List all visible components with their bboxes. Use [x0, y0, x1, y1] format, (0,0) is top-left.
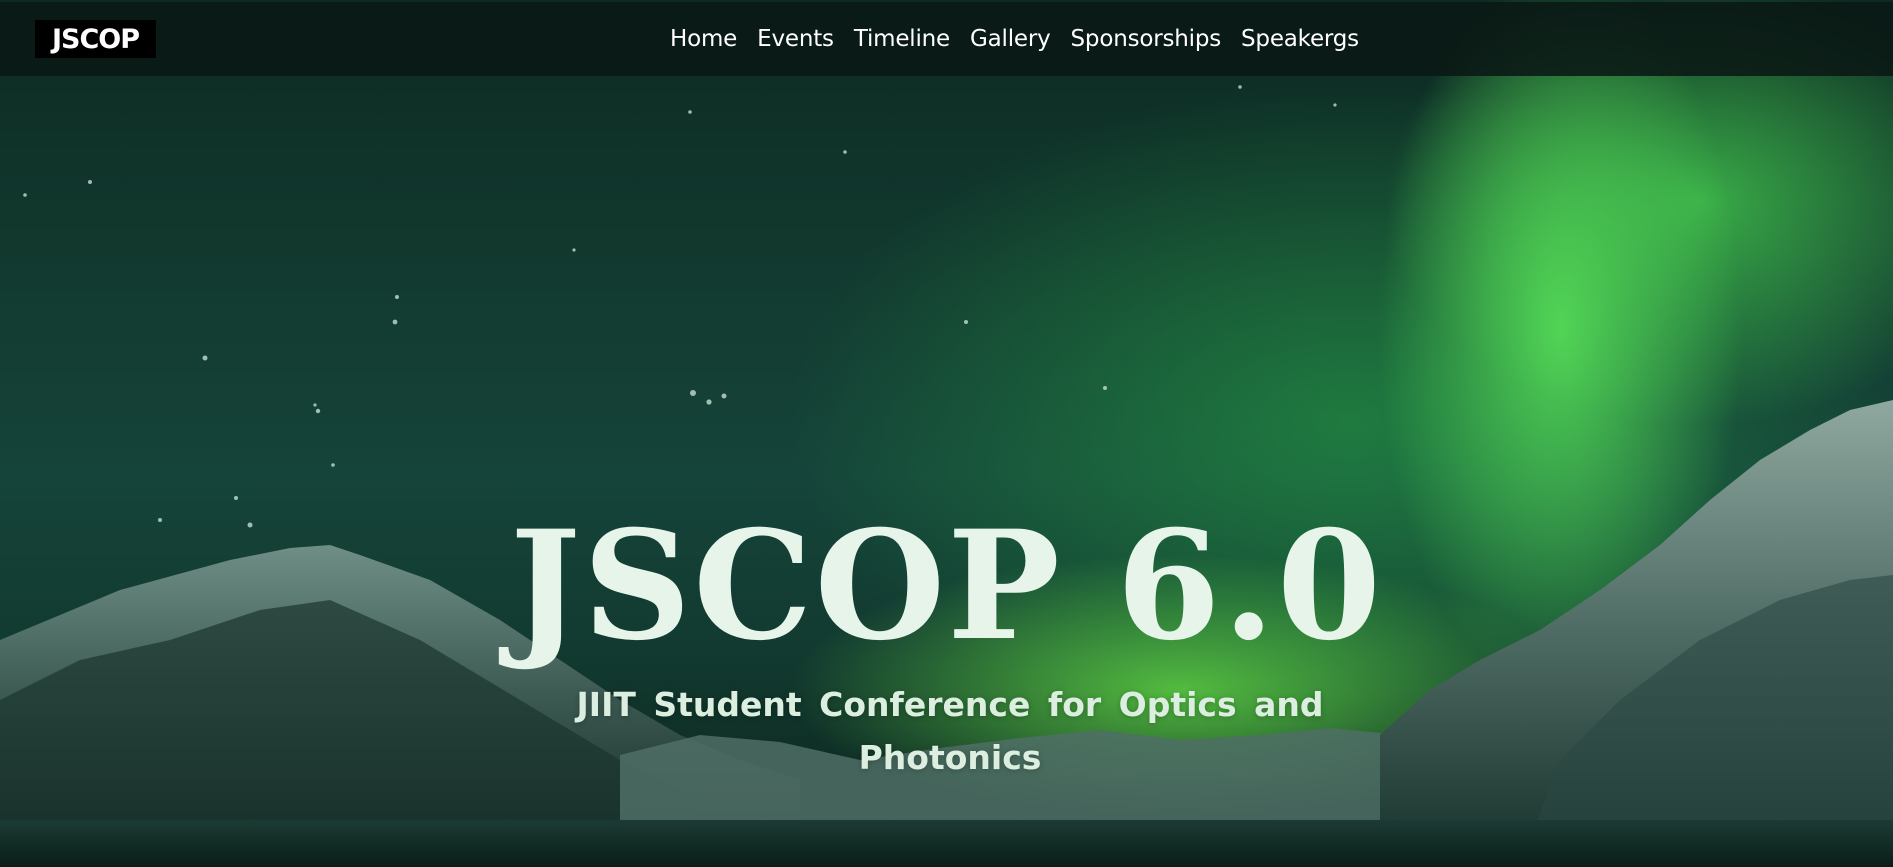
nav-links: Home Events Timeline Gallery Sponsorship…: [670, 2, 1379, 76]
logo-text: JSCOP: [51, 23, 140, 55]
hero-subtitle: JIIT Student Conference for Optics and P…: [576, 685, 1324, 777]
nav-link-home[interactable]: Home: [670, 26, 737, 52]
nav-link-speakers[interactable]: Speakergs: [1241, 26, 1359, 52]
top-navbar: JSCOP Home Events Timeline Gallery Spons…: [0, 2, 1893, 76]
hero-title: JSCOP 6.0: [509, 497, 1384, 674]
nav-link-sponsorships[interactable]: Sponsorships: [1071, 26, 1222, 52]
nav-link-timeline[interactable]: Timeline: [854, 26, 950, 52]
hero-page: JSCOP Home Events Timeline Gallery Spons…: [0, 0, 1893, 867]
nav-link-events[interactable]: Events: [757, 26, 834, 52]
nav-link-gallery[interactable]: Gallery: [970, 26, 1051, 52]
jscop-logo[interactable]: JSCOP: [35, 20, 156, 58]
